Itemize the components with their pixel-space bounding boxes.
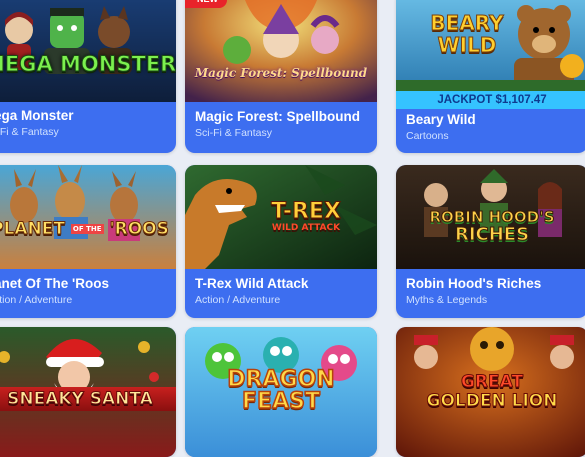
game-card-planet-of-the-roos[interactable]: PLANET OF THE 'ROOS anet Of The 'Roos ct… <box>0 165 176 318</box>
game-category: Cartoons <box>406 130 449 142</box>
game-logo-text: ROBIN HOOD'S RICHES <box>396 208 585 245</box>
game-logo-text: SNEAKY SANTA <box>0 387 176 411</box>
game-logo-text: GREAT GOLDEN LION <box>396 372 585 411</box>
game-category: Action / Adventure <box>195 294 281 306</box>
game-logo-text: DRAGON FEAST <box>185 367 377 414</box>
game-logo-line: DRAGON <box>227 367 336 392</box>
game-card-dragon-feast[interactable]: DRAGON FEAST <box>185 327 377 457</box>
game-thumbnail[interactable]: ROBIN HOOD'S RICHES <box>396 165 585 269</box>
game-card-t-rex-wild-attack[interactable]: T-REX WILD ATTACK T-Rex Wild Attack Acti… <box>185 165 377 318</box>
game-thumbnail[interactable]: NEW Magic Forest: Spellbound <box>185 0 377 102</box>
game-category: Sci-Fi & Fantasy <box>195 127 273 139</box>
game-thumbnail[interactable]: SNEAKY SANTA <box>0 327 176 457</box>
game-logo-line: GOLDEN LION <box>426 391 558 411</box>
game-logo-line: RICHES <box>454 224 530 245</box>
game-logo-text: T-REX WILD ATTACK <box>235 199 377 234</box>
game-card-beary-wild[interactable]: BEARY WILD JACKPOT $1,107.47 Beary Wild … <box>396 0 585 153</box>
game-card-magic-forest[interactable]: NEW Magic Forest: Spellbound Magic Fores… <box>185 0 377 153</box>
game-category: Myths & Legends <box>406 294 488 306</box>
game-logo-text: BEARY WILD <box>396 11 585 57</box>
game-thumbnail[interactable]: BEARY WILD <box>396 0 585 91</box>
game-logo-line: GREAT <box>460 372 524 392</box>
game-card-robin-hoods-riches[interactable]: ROBIN HOOD'S RICHES Robin Hood's Riches … <box>396 165 585 318</box>
game-logo-line: PLANET <box>0 219 65 240</box>
game-card-sneaky-santa[interactable]: SNEAKY SANTA <box>0 327 176 457</box>
game-thumbnail[interactable]: GREAT GOLDEN LION <box>396 327 585 457</box>
game-title[interactable]: anet Of The 'Roos <box>0 276 166 291</box>
game-thumbnail[interactable]: T-REX WILD ATTACK <box>185 165 377 269</box>
game-title[interactable]: ega Monster <box>0 108 166 123</box>
game-category: i-Fi & Fantasy <box>0 126 59 138</box>
game-thumbnail[interactable]: MEGA MONSTER <box>0 0 176 102</box>
game-logo-text: MEGA MONSTER <box>0 52 176 77</box>
game-title[interactable]: T-Rex Wild Attack <box>195 276 367 291</box>
game-logo-line: T-REX <box>271 199 342 224</box>
game-logo-text: Magic Forest: Spellbound <box>194 66 368 80</box>
game-thumbnail[interactable]: PLANET OF THE 'ROOS <box>0 165 176 269</box>
game-logo-line: WILD ATTACK <box>271 223 341 233</box>
new-badge: NEW <box>185 0 227 8</box>
game-title[interactable]: Robin Hood's Riches <box>406 276 578 291</box>
game-logo-text: PLANET OF THE 'ROOS <box>0 219 176 240</box>
game-card-great-golden-lion[interactable]: GREAT GOLDEN LION <box>396 327 585 457</box>
jackpot-banner: JACKPOT $1,107.47 <box>396 91 585 109</box>
game-logo-line: WILD <box>437 33 497 57</box>
game-card-mega-monster[interactable]: MEGA MONSTER ega Monster i-Fi & Fantasy <box>0 0 176 153</box>
game-logo-line: BEARY <box>430 11 504 35</box>
game-logo-line: FEAST <box>241 389 320 414</box>
game-title[interactable]: Magic Forest: Spellbound <box>195 109 367 124</box>
game-logo-line: 'ROOS <box>109 219 169 240</box>
game-logo-line: OF THE <box>70 224 104 234</box>
game-thumbnail[interactable]: DRAGON FEAST <box>185 327 377 457</box>
game-category: ction / Adventure <box>0 294 73 306</box>
game-title[interactable]: Beary Wild <box>406 112 578 127</box>
